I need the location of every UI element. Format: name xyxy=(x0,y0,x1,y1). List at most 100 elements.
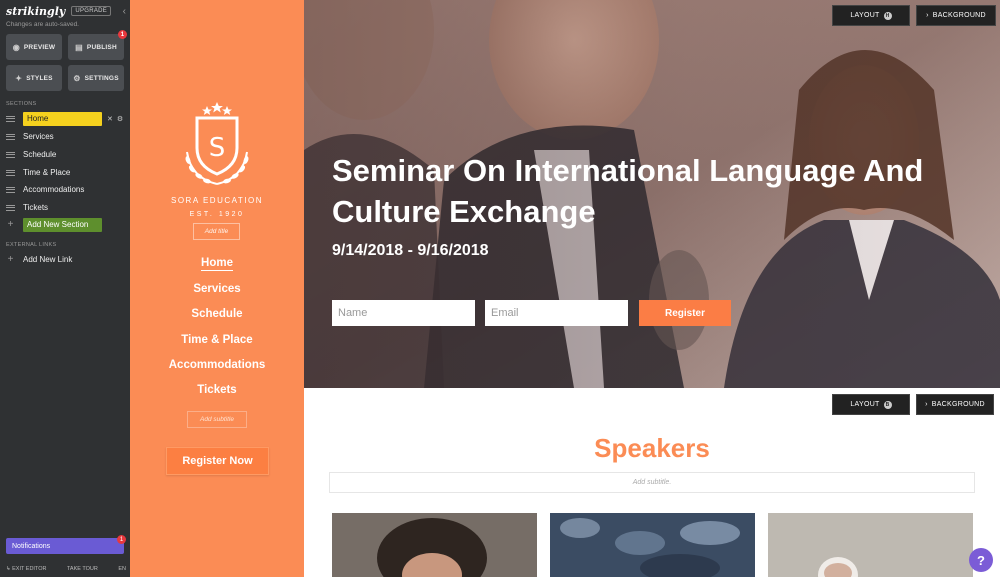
section-label: Schedule xyxy=(23,150,57,159)
hero-background-button[interactable]: › BACKGROUND xyxy=(916,5,996,26)
help-chat-button[interactable]: ? xyxy=(969,548,993,572)
nav-link-label: Time & Place xyxy=(181,334,253,346)
document-icon: ▤ xyxy=(75,42,83,52)
add-section-label: Add New Section xyxy=(23,217,102,232)
background-label: BACKGROUND xyxy=(932,12,986,19)
register-now-button[interactable]: Register Now xyxy=(166,447,269,475)
crest-letter: S xyxy=(209,133,226,163)
add-link-label: Add New Link xyxy=(23,255,73,264)
section-label: Time & Place xyxy=(23,168,71,177)
upgrade-button[interactable]: UPGRADE xyxy=(71,6,112,16)
nav-link-tickets[interactable]: Tickets xyxy=(130,384,304,396)
nav-link-accommodations[interactable]: Accommodations xyxy=(130,359,304,371)
layout-label: LAYOUT xyxy=(850,401,880,408)
nav-link-label: Services xyxy=(193,283,241,295)
notifications-badge: 1 xyxy=(117,535,126,544)
nav-link-home[interactable]: Home xyxy=(130,257,304,271)
speakers-subtitle-placeholder[interactable]: Add subtitle. xyxy=(329,472,975,493)
section-item-services[interactable]: Services xyxy=(6,129,126,144)
styles-button[interactable]: ✦ STYLES xyxy=(6,65,62,91)
speaker-photo-3[interactable] xyxy=(768,513,973,577)
section-item-home[interactable]: Home ✕ ⚙ xyxy=(6,111,126,126)
nav-link-services[interactable]: Services xyxy=(130,283,304,295)
nav-link-label: Home xyxy=(201,257,233,271)
delete-section-icon[interactable]: ✕ xyxy=(107,115,113,123)
brand-name: SORA EDUCATION xyxy=(171,196,263,205)
preview-label: PREVIEW xyxy=(23,43,56,51)
notifications-label: Notifications xyxy=(12,542,51,550)
settings-button[interactable]: ⚙ SETTINGS xyxy=(68,65,124,91)
nav-link-schedule[interactable]: Schedule xyxy=(130,308,304,320)
publish-button[interactable]: ▤ PUBLISH 1 xyxy=(68,30,127,60)
background-label: BACKGROUND xyxy=(931,401,985,408)
styles-label: STYLES xyxy=(26,74,53,82)
drag-handle-icon[interactable] xyxy=(6,169,15,176)
strikingly-logo: strikingly xyxy=(6,4,66,18)
hero-title[interactable]: Seminar On International Language And Cu… xyxy=(332,150,952,232)
section-item-tickets[interactable]: Tickets xyxy=(6,200,126,215)
nav-link-label: Accommodations xyxy=(168,359,266,371)
gear-icon: ⚙ xyxy=(73,73,81,83)
section-item-schedule[interactable]: Schedule xyxy=(6,147,126,162)
section-item-accommodations[interactable]: Accommodations xyxy=(6,182,126,197)
add-title-placeholder[interactable]: Add title xyxy=(193,223,240,240)
site-nav-panel: S SORA EDUCATION EST. 1920 Add title Hom… xyxy=(130,0,304,577)
editor-sidebar: strikingly UPGRADE ‹ Changes are auto-sa… xyxy=(0,0,130,577)
publish-badge: 1 xyxy=(118,30,127,39)
publish-label: PUBLISH xyxy=(86,43,117,51)
plus-icon: + xyxy=(7,219,14,230)
hero-register-button[interactable]: Register xyxy=(639,300,731,326)
hero-date[interactable]: 9/14/2018 - 9/16/2018 xyxy=(332,242,489,260)
external-links-heading: EXTERNAL LINKS xyxy=(6,242,57,248)
speakers-title[interactable]: Speakers xyxy=(304,433,1000,464)
nav-link-time-place[interactable]: Time & Place xyxy=(130,334,304,346)
drag-handle-icon[interactable] xyxy=(6,186,15,193)
email-input[interactable]: Email xyxy=(485,300,628,326)
speaker-photo-2[interactable] xyxy=(550,513,755,577)
collapse-sidebar-icon[interactable]: ‹ xyxy=(123,6,126,17)
speakers-background-button[interactable]: › BACKGROUND xyxy=(916,394,994,415)
drag-handle-icon[interactable] xyxy=(6,133,15,140)
section-label: Tickets xyxy=(23,203,49,212)
editor-footer: ↳ EXIT EDITOR TAKE TOUR EN xyxy=(6,566,126,572)
section-label: Accommodations xyxy=(23,185,85,194)
drag-handle-icon[interactable] xyxy=(6,151,15,158)
speakers-layout-button[interactable]: LAYOUT B xyxy=(832,394,910,415)
layout-label: LAYOUT xyxy=(850,12,880,19)
nav-link-label: Tickets xyxy=(197,384,237,396)
settings-label: SETTINGS xyxy=(84,74,119,82)
hero-layout-button[interactable]: LAYOUT H xyxy=(832,5,910,26)
plus-icon: + xyxy=(7,254,14,265)
notifications-button[interactable]: Notifications 1 xyxy=(6,535,126,554)
add-subtitle-placeholder[interactable]: Add subtitle xyxy=(187,411,247,428)
layout-key-badge: B xyxy=(883,400,892,409)
speakers-section: LAYOUT B › BACKGROUND Speakers Add subti… xyxy=(304,388,1000,577)
section-label: Home xyxy=(23,111,102,126)
drag-handle-icon[interactable] xyxy=(6,115,15,122)
chevron-right-icon: › xyxy=(925,401,928,408)
editor-header: strikingly UPGRADE ‹ xyxy=(6,4,126,18)
preview-button[interactable]: ◉ PREVIEW xyxy=(6,34,62,60)
sections-heading: SECTIONS xyxy=(6,101,37,107)
chevron-right-icon: › xyxy=(926,12,929,19)
exit-editor-label: EXIT EDITOR xyxy=(12,566,47,572)
app-root: strikingly UPGRADE ‹ Changes are auto-sa… xyxy=(0,0,1000,577)
drag-handle-icon[interactable] xyxy=(6,204,15,211)
take-tour-link[interactable]: TAKE TOUR xyxy=(67,566,98,572)
sora-crest-logo[interactable]: S xyxy=(177,100,257,190)
add-link-button[interactable]: + Add New Link xyxy=(6,252,126,267)
nav-link-label: Schedule xyxy=(191,308,243,320)
section-item-time-place[interactable]: Time & Place xyxy=(6,165,126,180)
section-label: Services xyxy=(23,132,54,141)
section-settings-icon[interactable]: ⚙ xyxy=(117,115,123,123)
language-selector[interactable]: EN xyxy=(118,566,126,572)
brand-established: EST. 1920 xyxy=(189,211,245,218)
exit-editor-link[interactable]: ↳ EXIT EDITOR xyxy=(6,566,46,572)
speaker-photo-1[interactable] xyxy=(332,513,537,577)
magic-wand-icon: ✦ xyxy=(15,73,23,83)
layout-key-badge: H xyxy=(883,11,892,20)
name-input[interactable]: Name xyxy=(332,300,475,326)
add-section-button[interactable]: + Add New Section xyxy=(6,217,126,232)
autosave-status: Changes are auto-saved. xyxy=(6,21,79,28)
eye-icon: ◉ xyxy=(12,42,20,52)
